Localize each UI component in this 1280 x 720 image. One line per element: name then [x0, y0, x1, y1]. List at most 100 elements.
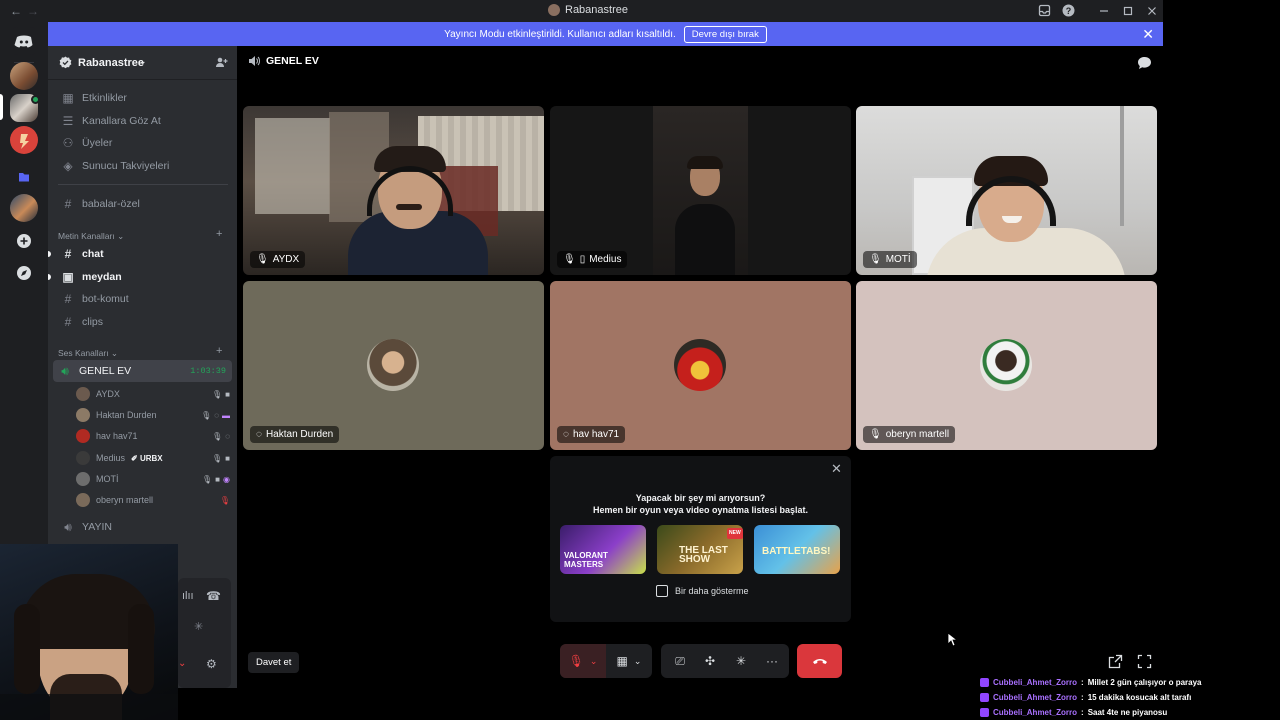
channel-chat[interactable]: # chat — [56, 243, 232, 265]
disconnect-call-button[interactable] — [797, 644, 842, 678]
avatar — [76, 429, 90, 443]
camera-toggle[interactable]: ▦ ⌄ — [606, 644, 652, 678]
gear-icon[interactable]: ⚙ — [206, 657, 217, 671]
video-tile-medius[interactable]: 🎙︎ ▯ Medius — [550, 106, 851, 275]
avatar-tile-haktan-durden[interactable]: ◌ Haktan Durden — [243, 281, 544, 450]
close-window-icon[interactable] — [1145, 4, 1159, 18]
voice-connection-panel: ılıı ☎ ✳ ⚙ ⌄ — [178, 578, 231, 688]
dont-show-again-checkbox[interactable]: Bir daha gösterme — [656, 585, 749, 597]
camera-off-icon: ▦ — [616, 654, 628, 668]
sidebar-item-label: Sunucu Takviyeleri — [82, 160, 170, 172]
camera-icon: ■ — [225, 453, 230, 463]
chevron-down-icon: ⌄ — [633, 655, 642, 666]
voice-channel-label: YAYIN — [82, 521, 112, 533]
sidebar-item-browse-channels[interactable]: ☰ Kanallara Göz At — [56, 110, 232, 132]
invite-people-icon[interactable] — [215, 56, 228, 69]
soundboard-icon[interactable]: ✳ — [194, 620, 203, 633]
call-actions: ⎚ ✣ ✳ ··· — [661, 644, 789, 678]
disable-streamer-mode-button[interactable]: Devre dışı bırak — [683, 25, 767, 43]
twitch-icon — [980, 708, 989, 717]
back-icon[interactable]: ← — [10, 4, 22, 18]
avatar-tile-hav-hav71[interactable]: ◌ hav hav71 — [550, 281, 851, 450]
channel-meydan[interactable]: ▣ meydan — [56, 266, 232, 288]
voice-user[interactable]: AYDX 🎙︎ ■ — [76, 384, 230, 404]
speaker-icon: 🔊︎ — [64, 519, 72, 534]
voice-channel-yayin[interactable]: 🔊︎ YAYIN — [56, 516, 232, 538]
server-name: Rabanastree — [78, 57, 145, 69]
muted-mic-icon: 🎙︎ — [563, 254, 576, 265]
speaker-icon — [248, 55, 260, 67]
disconnect-icon[interactable]: ☎ — [206, 589, 221, 603]
help-icon[interactable]: ? — [1062, 4, 1076, 18]
checkbox-label: Bir daha gösterme — [675, 586, 749, 596]
streamer-webcam-overlay — [0, 544, 178, 720]
add-server-icon[interactable] — [10, 227, 38, 255]
server-icon-1[interactable] — [10, 62, 38, 90]
video-tile-aydx[interactable]: 🎙︎ AYDX — [243, 106, 544, 275]
voice-user[interactable]: Medius ✐ URBX 🎙︎ ■ — [76, 448, 230, 468]
channel-label: babalar-özel — [82, 198, 140, 210]
chat-bubble-icon[interactable] — [1137, 56, 1152, 70]
avatar — [76, 472, 90, 486]
add-channel-icon[interactable]: + — [216, 345, 222, 357]
activity-icon: ▬ — [222, 410, 230, 420]
twitch-icon — [980, 693, 989, 702]
maximize-icon[interactable] — [1121, 4, 1135, 18]
voice-user[interactable]: oberyn martell 🎙︎ — [76, 490, 230, 510]
screen-share-button[interactable]: ⎚ — [665, 644, 695, 678]
avatar — [76, 408, 90, 422]
chevron-down-icon: ⌄ — [139, 56, 147, 66]
discord-home-icon[interactable] — [10, 27, 38, 55]
voice-category-header[interactable]: Ses Kanalları ⌄ — [58, 348, 118, 359]
server-muted-icon: 🎙︎ — [219, 495, 230, 505]
streamer-mode-notice: Yayıncı Modu etkinleştirildi. Kullanıcı … — [48, 22, 1163, 46]
sidebar-item-members[interactable]: ⚇ Üyeler — [56, 132, 232, 154]
checkbox-icon[interactable] — [656, 585, 668, 597]
channel-label: chat — [82, 248, 104, 260]
channel-label: bot-komut — [82, 293, 129, 305]
avatar-tile-oberyn-martell[interactable]: 🎙︎ oberyn martell — [856, 281, 1157, 450]
server-header[interactable]: Rabanastree ⌄ — [48, 46, 237, 80]
invite-button[interactable]: Davet et — [248, 652, 300, 673]
minimize-icon[interactable] — [1097, 4, 1111, 18]
folder-icon[interactable] — [10, 163, 38, 191]
voice-user[interactable]: hav hav71 🎙︎ ◌ — [76, 426, 230, 446]
activity-card-last-show[interactable]: THE LAST SHOW NEW — [657, 525, 743, 574]
text-category-header[interactable]: Metin Kanalları ⌄ — [58, 231, 124, 242]
inbox-icon[interactable] — [1038, 4, 1052, 18]
more-options-button[interactable]: ··· — [757, 644, 787, 678]
pop-out-icon[interactable] — [1108, 654, 1123, 669]
add-channel-icon[interactable]: + — [216, 228, 222, 240]
channel-bot-komut[interactable]: # bot-komut — [56, 288, 232, 310]
deafened-icon: ◌ — [563, 429, 569, 440]
sidebar-item-events[interactable]: ▦ Etkinlikler — [56, 87, 232, 109]
channel-clips[interactable]: # clips — [56, 311, 232, 333]
browse-channels-icon: ☰ — [62, 114, 74, 128]
sidebar-item-boosts[interactable]: ◈ Sunucu Takviyeleri — [56, 155, 232, 177]
activity-card-valorant[interactable]: VALORANT MASTERS — [560, 525, 646, 574]
video-tile-moti[interactable]: 🎙︎ MOTİ — [856, 106, 1157, 275]
forward-icon[interactable]: → — [27, 4, 39, 18]
activity-icon: ◉ — [223, 474, 230, 484]
voice-user[interactable]: MOTİ 🎙︎ ■ ◉ — [76, 469, 230, 489]
close-icon[interactable]: ✕ — [1142, 26, 1154, 43]
server-icon-4[interactable] — [10, 194, 38, 222]
voice-channel-genel-ev[interactable]: 🔊︎ GENEL EV 1:03:39 — [53, 360, 232, 382]
discover-icon[interactable] — [10, 259, 38, 287]
checklist-channel-icon: ▣ — [62, 270, 74, 284]
chevron-down-icon: ⌄ — [589, 655, 598, 666]
noise-suppression-icon[interactable]: ılıı — [182, 590, 194, 602]
members-icon: ⚇ — [62, 136, 74, 150]
soundboard-button[interactable]: ✳ — [726, 644, 756, 678]
server-icon-3[interactable] — [10, 126, 38, 154]
fullscreen-icon[interactable] — [1137, 654, 1152, 669]
activity-card-battletabs[interactable]: BATTLETABS! — [754, 525, 840, 574]
activities-button[interactable]: ✣ — [695, 644, 725, 678]
muted-mic-icon: 🎙︎ — [212, 389, 223, 399]
muted-mic-icon[interactable]: ⌄ — [178, 658, 186, 669]
voice-user[interactable]: Haktan Durden 🎙︎ ◌ ▬ — [76, 405, 230, 425]
notice-text: Yayıncı Modu etkinleştirildi. Kullanıcı … — [444, 28, 676, 40]
mute-toggle[interactable]: 🎙︎ ⌄ — [560, 644, 606, 678]
channel-babalar-ozel[interactable]: # babalar-özel — [56, 193, 232, 215]
close-icon[interactable]: ✕ — [831, 461, 842, 477]
